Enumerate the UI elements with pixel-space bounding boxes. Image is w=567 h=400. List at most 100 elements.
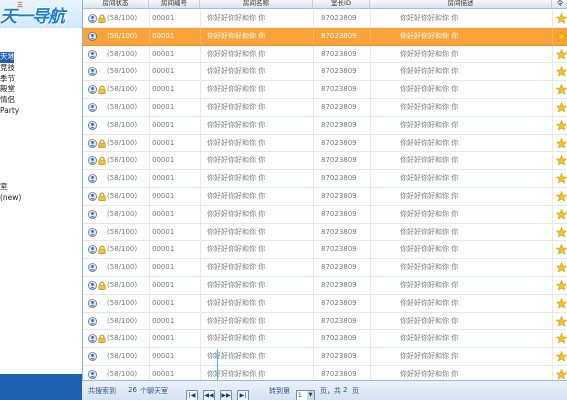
column-separator [200,188,201,205]
room-status: (58/100) [107,85,138,94]
star-icon[interactable] [555,297,567,309]
next-page-button[interactable]: ▶▶ [220,390,232,400]
room-status: (58/100) [107,352,138,361]
nav-item-0[interactable] [0,30,21,41]
header-room-status[interactable]: 房间状态 [83,0,149,9]
nav-item-1[interactable] [0,41,21,52]
star-icon[interactable] [555,155,567,166]
nav-item-11[interactable] [0,150,21,161]
column-separator [313,27,314,45]
table-row[interactable]: (58/100) 00001 你好好你好和你 你 87023809 你好好你好和你 你 [83,27,567,46]
column-separator [552,277,553,294]
nav-item-10[interactable] [0,139,21,150]
nav-item-15[interactable]: (new) [0,193,21,204]
room-status: (58/100) [107,174,138,183]
nav-item-5[interactable]: 殿堂 [0,84,21,95]
nav-item-6[interactable]: 情侣 [0,95,21,106]
star-icon[interactable] [555,208,567,220]
table-row[interactable]: (58/100) 00001 你好好你好和你 你 87023809 你好好你好和你 你 [83,277,567,295]
star-icon[interactable] [555,226,567,238]
search-result-prefix: 共搜索到 [88,387,116,395]
column-separator [149,134,150,152]
owner-id: 87023809 [321,103,357,111]
table-row[interactable]: (58/100) 00001 你好好你好和你 你 87023809 你好好你好和你 你 [83,188,567,206]
nav-item-4[interactable]: 季节 [0,74,21,85]
header-flag[interactable]: 令 [552,0,567,9]
nav-item-2[interactable]: 天地 [0,51,15,63]
column-separator [149,259,150,276]
star-icon[interactable] [555,12,567,24]
column-separator [149,205,150,223]
logo: 天一导航 三 [0,0,82,28]
star-icon[interactable] [555,84,567,95]
column-separator [552,45,553,63]
star-icon[interactable] [555,66,567,77]
column-separator [313,241,314,259]
column-separator [200,134,201,152]
nav-item-12[interactable] [0,161,21,172]
column-separator [149,27,150,45]
nav-item-13[interactable] [0,172,21,183]
user-icon [88,263,97,273]
chevron-down-icon[interactable]: ▼ [307,391,314,400]
nav-item-7[interactable]: Party [0,106,21,117]
nav-item-8[interactable] [0,117,21,128]
table-row[interactable]: (58/100) 00001 你好好你好和你 你 87023809 你好好你好和你 你 [83,259,567,277]
star-icon[interactable] [555,173,567,184]
table-row[interactable]: (58/100) 00001 你好好你好和你 你 87023809 你好好你好和你 你 [83,81,567,99]
header-room-name[interactable]: 房间名称 [200,0,313,9]
nav-item-9[interactable] [0,128,21,139]
column-separator [313,259,314,276]
table-row[interactable]: (58/100) 00001 你好好你好和你 你 87023809 你好好你好和你 你 [83,170,567,188]
star-icon[interactable] [555,101,567,113]
column-separator [313,205,314,223]
star-icon[interactable] [555,137,567,149]
column-separator [149,277,150,294]
star-icon[interactable] [555,351,567,362]
header-room-number[interactable]: 房间编号 [149,0,200,9]
star-icon[interactable] [555,333,567,344]
star-icon[interactable] [555,30,567,42]
star-icon[interactable] [555,244,567,255]
column-separator [370,259,371,276]
table-row[interactable]: (58/100) 00001 你好好你好和你 你 87023809 你好好你好和你 你 [83,366,567,380]
page-select[interactable]: 1 ▼ [296,390,315,400]
first-page-button[interactable]: |◀ [186,390,198,400]
header-room-topic[interactable]: 房间描述 [370,0,552,9]
table-row[interactable]: (58/100) 00001 你好好你好和你 你 87023809 你好好你好和你 你 [83,99,567,117]
star-icon[interactable] [555,368,567,380]
nav-item-14[interactable]: 室 [0,182,21,193]
table-row[interactable]: (58/100) 00001 你好好你好和你 你 87023809 你好好你好和你 你 [83,205,567,224]
star-icon[interactable] [555,119,567,131]
table-row[interactable]: (58/100) 00001 你好好你好和你 你 87023809 你好好你好和你 你 [83,312,567,331]
last-page-button[interactable]: ▶| [237,390,249,400]
table-row[interactable]: (58/100) 00001 你好好你好和你 你 87023809 你好好你好和你 你 [83,330,567,349]
table-row[interactable]: (58/100) 00001 你好好你好和你 你 87023809 你好好你好和你 你 [83,63,567,82]
table-row[interactable]: (58/100) 00001 你好好你好和你 你 87023809 你好好你好和你 你 [83,294,567,313]
star-icon[interactable] [555,48,567,60]
room-number: 00001 [152,245,175,254]
table-row[interactable]: (58/100) 00001 你好好你好和你 你 87023809 你好好你好和你 你 [83,45,567,64]
room-topic: 你好好你好和你 你 [400,31,459,40]
column-separator [552,116,553,134]
nav-item-3[interactable]: 竞技 [0,63,21,74]
star-icon[interactable] [555,279,567,291]
table-row[interactable]: (58/100) 00001 你好好你好和你 你 87023809 你好好你好和你 你 [83,134,567,153]
star-icon[interactable] [555,262,567,273]
owner-id: 87023809 [321,156,357,165]
header-owner-id[interactable]: 室长ID [313,0,370,9]
room-name: 你好好你好和你 你 [207,281,266,289]
table-row[interactable]: (58/100) 00001 你好好你好和你 你 87023809 你好好你好和你 你 [83,152,567,171]
column-separator [313,330,314,348]
table-row[interactable]: (58/100) 00001 你好好你好和你 你 87023809 你好好你好和你 你 [83,241,567,260]
star-icon[interactable] [555,315,567,327]
user-icon [88,192,97,201]
table-row[interactable]: (58/100) 00001 你好好你好和你 你 87023809 你好好你好和你 你 [83,10,567,28]
star-icon[interactable] [555,190,567,202]
column-separator [200,27,201,45]
table-row[interactable]: (58/100) 00001 你好好你好和你 你 87023809 你好好你好和你 你 [83,223,567,242]
user-icon [88,227,97,237]
prev-page-button[interactable]: ◀◀ [203,390,215,400]
table-row[interactable]: (58/100) 00001 你好好你好和你 你 87023809 你好好你好和你 你 [83,116,567,135]
table-row[interactable]: (58/100) 00001 你好好你好和你 你 87023809 你好好你好和你 你 [83,348,567,366]
